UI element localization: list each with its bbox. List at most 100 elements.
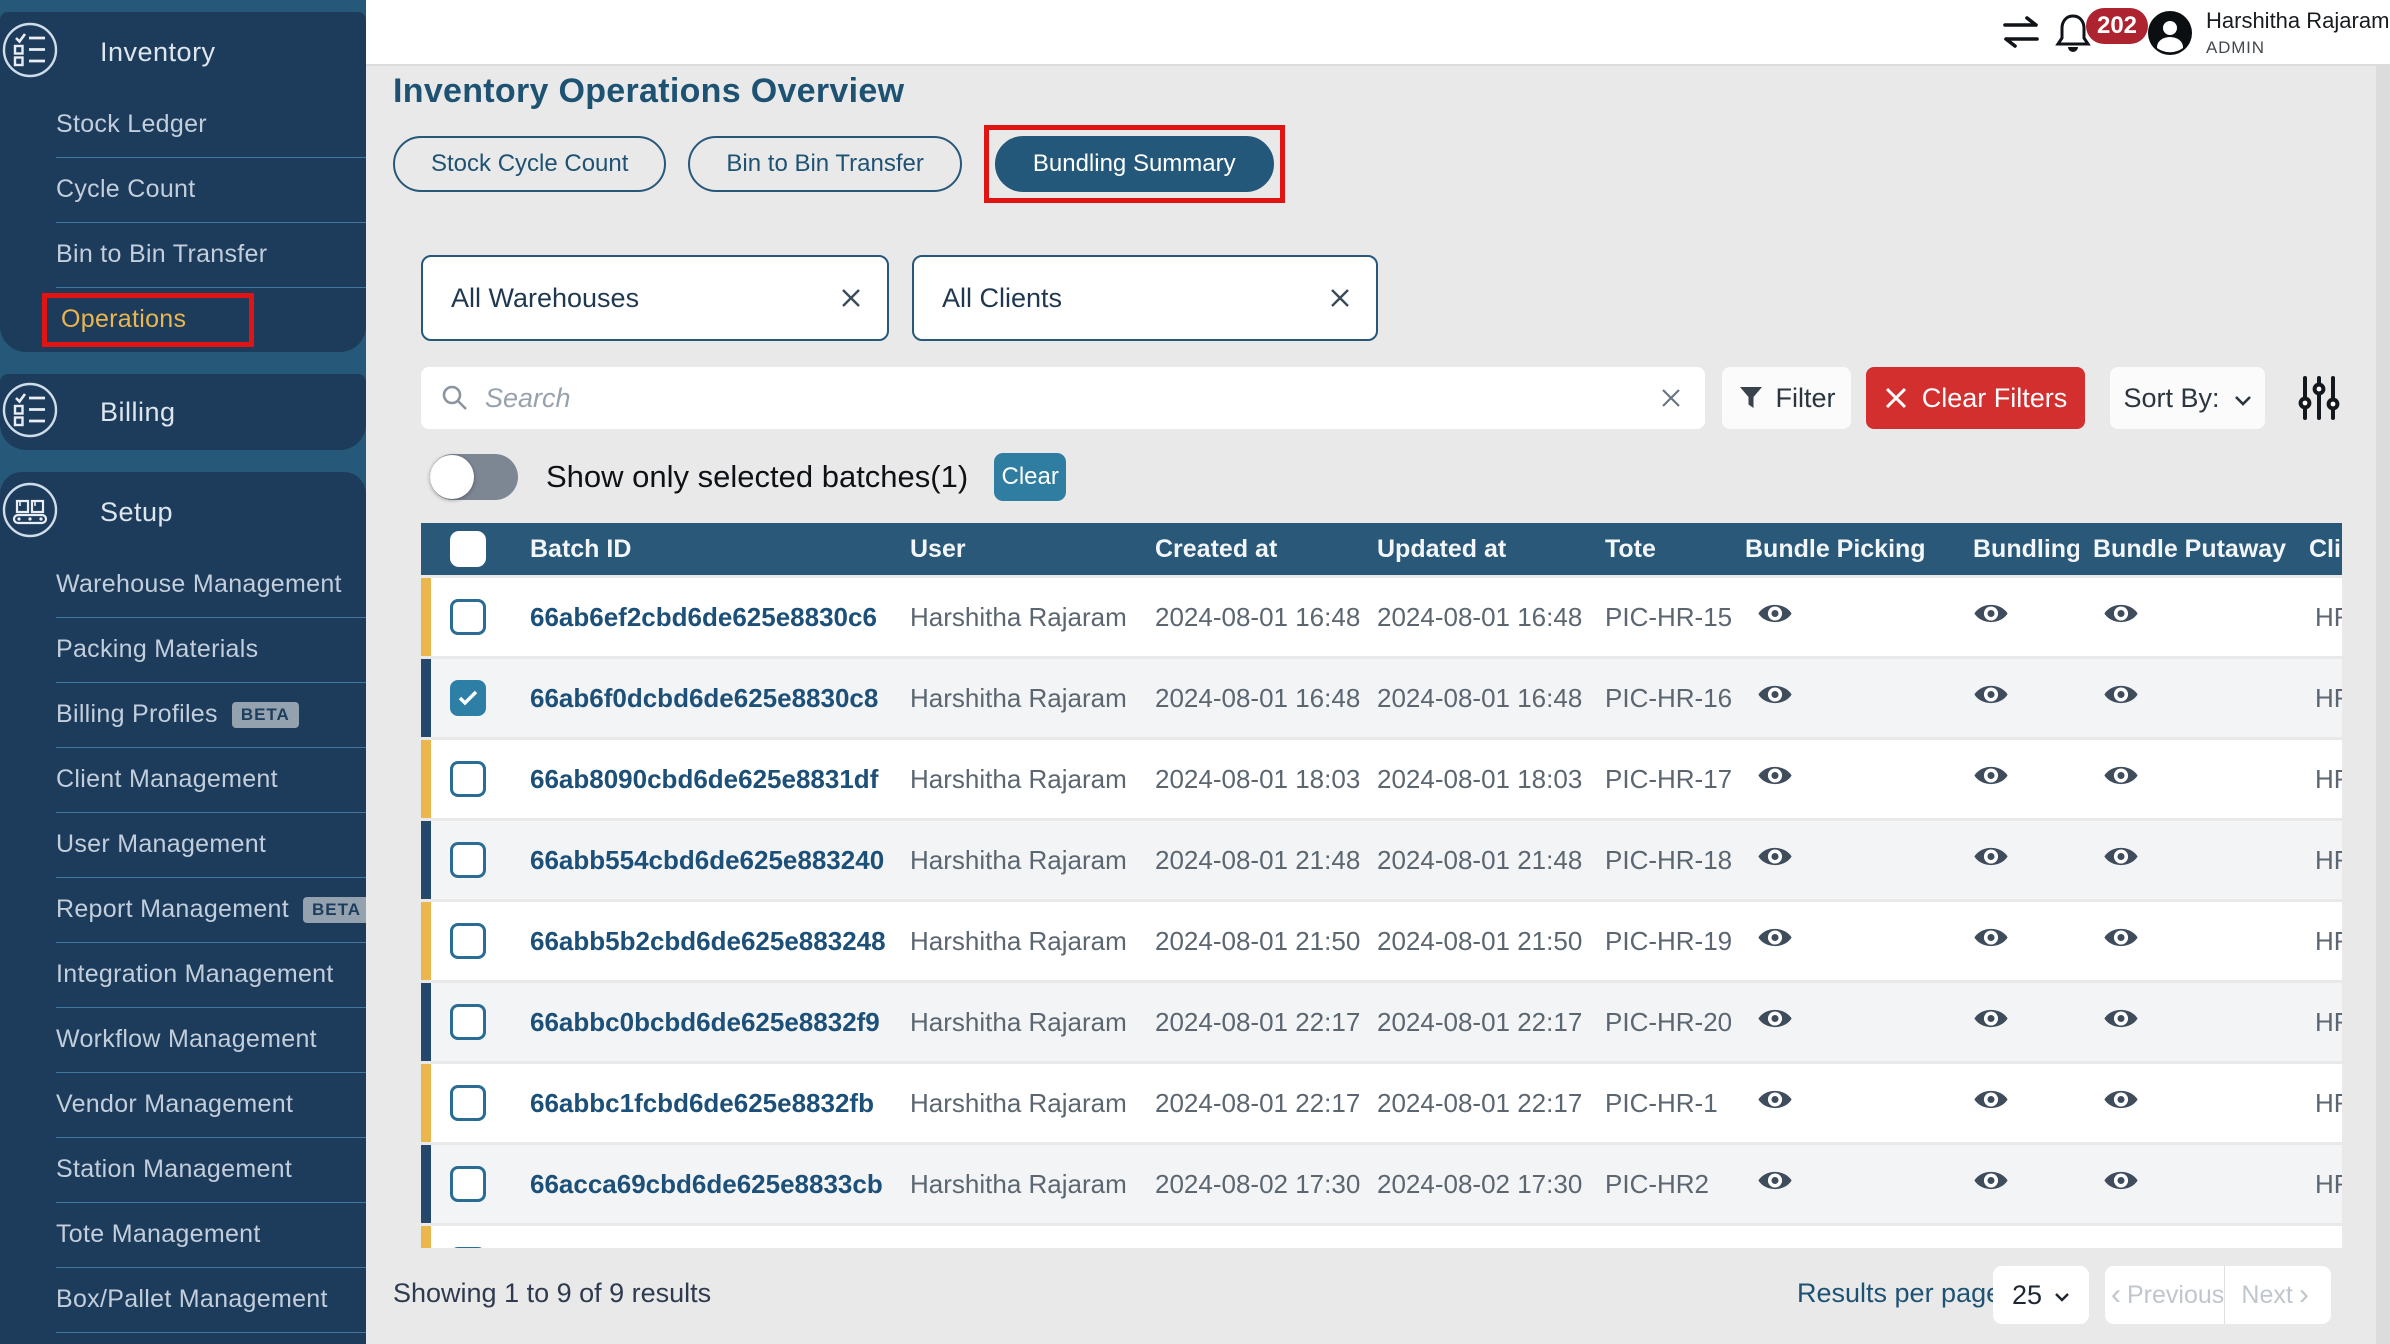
batch-id-cell[interactable]: 66abbc1fcbd6de625e8832fb bbox=[516, 1088, 896, 1119]
sidebar-item[interactable]: Integration Management bbox=[0, 942, 366, 1007]
sidebar-item[interactable]: Warehouse Management bbox=[0, 552, 366, 617]
bundle-putaway-view-icon[interactable] bbox=[2103, 1005, 2139, 1032]
sidebar-item[interactable]: Cycle Count bbox=[0, 157, 366, 222]
previous-page-button[interactable]: ‹Previous bbox=[2105, 1266, 2225, 1324]
bundle-putaway-view-icon[interactable] bbox=[2103, 843, 2139, 870]
warehouse-filter-select[interactable]: All Warehouses bbox=[421, 255, 889, 341]
clear-filters-button[interactable]: Clear Filters bbox=[1866, 367, 2085, 429]
toggle-knob bbox=[430, 455, 474, 499]
bundle-putaway-view-icon[interactable] bbox=[2103, 1086, 2139, 1113]
sidebar-item[interactable]: Stock Ledger bbox=[0, 92, 366, 157]
batch-id-cell[interactable]: 66abb554cbd6de625e883240 bbox=[516, 845, 896, 876]
bundle-picking-view-icon[interactable] bbox=[1757, 843, 1793, 870]
sidebar-item[interactable]: Billing Profiles BETA bbox=[0, 682, 366, 747]
tab-button[interactable]: Bin to Bin Transfer bbox=[688, 136, 961, 192]
row-checkbox[interactable] bbox=[450, 1004, 486, 1040]
bundling-view-icon[interactable] bbox=[1973, 1086, 2009, 1113]
row-checkbox[interactable] bbox=[450, 761, 486, 797]
batch-id-cell[interactable]: 66ab6ef2cbd6de625e8830c6 bbox=[516, 602, 896, 633]
column-header-updated-at[interactable]: Updated at bbox=[1363, 535, 1591, 564]
row-checkbox[interactable] bbox=[450, 842, 486, 878]
column-header-user[interactable]: User bbox=[896, 535, 1141, 564]
client-filter-value: All Clients bbox=[942, 283, 1328, 314]
bundle-picking-view-icon[interactable] bbox=[1757, 762, 1793, 789]
bundle-picking-view-icon[interactable] bbox=[1757, 1167, 1793, 1194]
bundle-picking-view-icon[interactable] bbox=[1757, 600, 1793, 627]
next-page-button[interactable]: Next› bbox=[2225, 1266, 2331, 1324]
bundling-view-icon[interactable] bbox=[1973, 600, 2009, 627]
show-selected-toggle[interactable] bbox=[430, 454, 518, 500]
bundle-picking-view-icon[interactable] bbox=[1757, 1086, 1793, 1113]
table-row: 66ab8090cbd6de625e8831df Harshitha Rajar… bbox=[421, 740, 2342, 818]
vertical-scrollbar[interactable] bbox=[2376, 64, 2390, 1344]
sidebar-item[interactable]: Tote Management bbox=[0, 1202, 366, 1267]
row-checkbox[interactable] bbox=[450, 599, 486, 635]
tab-button[interactable]: Stock Cycle Count bbox=[393, 136, 666, 192]
bundling-view-icon[interactable] bbox=[1973, 1167, 2009, 1194]
client-filter-select[interactable]: All Clients bbox=[912, 255, 1378, 341]
batch-id-cell[interactable]: 66abb5b2cbd6de625e883248 bbox=[516, 926, 896, 957]
search-input[interactable] bbox=[483, 382, 1659, 415]
batch-id-cell[interactable]: 66abbc0bcbd6de625e8832f9 bbox=[516, 1007, 896, 1038]
sidebar-item[interactable]: Location Management bbox=[0, 1332, 366, 1344]
column-header-batch-id[interactable]: Batch ID bbox=[516, 535, 896, 564]
clear-warehouse-icon[interactable] bbox=[839, 286, 863, 310]
column-header-bundle-putaway[interactable]: Bundle Putaway bbox=[2079, 535, 2295, 564]
clear-client-icon[interactable] bbox=[1328, 286, 1352, 310]
clear-selection-button[interactable]: Clear bbox=[994, 453, 1066, 501]
sidebar-item[interactable]: Workflow Management bbox=[0, 1007, 366, 1072]
row-checkbox[interactable] bbox=[450, 680, 486, 716]
row-checkbox[interactable] bbox=[450, 1085, 486, 1121]
client-cell: HR bbox=[2295, 926, 2342, 957]
bundling-view-icon[interactable] bbox=[1973, 762, 2009, 789]
swap-transfer-icon[interactable] bbox=[2000, 16, 2042, 53]
user-avatar[interactable] bbox=[2148, 11, 2192, 55]
bundling-view-icon[interactable] bbox=[1973, 1005, 2009, 1032]
select-all-checkbox[interactable] bbox=[450, 531, 486, 567]
bundle-picking-view-icon[interactable] bbox=[1757, 681, 1793, 708]
column-header-bundling[interactable]: Bundling bbox=[1959, 535, 2079, 564]
bundle-putaway-cell bbox=[2079, 1167, 2295, 1201]
sidebar-item[interactable]: Station Management bbox=[0, 1137, 366, 1202]
tab-button[interactable]: Bundling Summary bbox=[995, 136, 1274, 192]
sidebar-section-header-inventory[interactable]: Inventory bbox=[0, 12, 366, 92]
sidebar-item[interactable]: Packing Materials bbox=[0, 617, 366, 682]
bundle-putaway-view-icon[interactable] bbox=[2103, 1167, 2139, 1194]
bundle-picking-view-icon[interactable] bbox=[1757, 1005, 1793, 1032]
sidebar-item[interactable]: Vendor Management bbox=[0, 1072, 366, 1137]
sidebar-item[interactable]: Report Management BETA bbox=[0, 877, 366, 942]
sidebar-item[interactable]: Operations bbox=[0, 287, 366, 352]
updated-at-cell: 2024-08-01 21:50 bbox=[1363, 926, 1591, 957]
sidebar-item[interactable]: User Management bbox=[0, 812, 366, 877]
batch-id-cell[interactable]: 66ab6f0dcbd6de625e8830c8 bbox=[516, 683, 896, 714]
updated-at-cell: 2024-08-01 16:48 bbox=[1363, 602, 1591, 633]
batch-id-cell[interactable]: 66ab8090cbd6de625e8831df bbox=[516, 764, 896, 795]
filter-button[interactable]: Filter bbox=[1722, 367, 1851, 429]
sidebar-item[interactable]: Client Management bbox=[0, 747, 366, 812]
column-header-tote[interactable]: Tote bbox=[1591, 535, 1731, 564]
sidebar-item[interactable]: Box/Pallet Management bbox=[0, 1267, 366, 1332]
user-name[interactable]: Harshitha Rajaram bbox=[2206, 8, 2389, 34]
bundle-picking-view-icon[interactable] bbox=[1757, 924, 1793, 951]
results-per-page-select[interactable]: 25 bbox=[1993, 1266, 2089, 1324]
sidebar-section-header-billing[interactable]: Billing bbox=[0, 374, 366, 450]
row-checkbox[interactable] bbox=[450, 923, 486, 959]
bundle-putaway-view-icon[interactable] bbox=[2103, 924, 2139, 951]
column-header-bundle-picking[interactable]: Bundle Picking bbox=[1731, 535, 1959, 564]
sidebar-section-header-setup[interactable]: Setup bbox=[0, 472, 366, 552]
sort-by-dropdown[interactable]: Sort By: bbox=[2110, 367, 2265, 429]
bundling-view-icon[interactable] bbox=[1973, 843, 2009, 870]
bundling-view-icon[interactable] bbox=[1973, 924, 2009, 951]
bundle-putaway-view-icon[interactable] bbox=[2103, 762, 2139, 789]
column-settings-sliders-icon[interactable] bbox=[2296, 374, 2342, 427]
bundling-view-icon[interactable] bbox=[1973, 681, 2009, 708]
bundle-putaway-view-icon[interactable] bbox=[2103, 681, 2139, 708]
column-header-client[interactable]: Client bbox=[2295, 535, 2342, 564]
row-status-stripe bbox=[421, 1064, 431, 1142]
clear-search-icon[interactable] bbox=[1659, 386, 1683, 410]
column-header-created-at[interactable]: Created at bbox=[1141, 535, 1363, 564]
batch-id-cell[interactable]: 66acca69cbd6de625e8833cb bbox=[516, 1169, 896, 1200]
bundle-putaway-view-icon[interactable] bbox=[2103, 600, 2139, 627]
row-checkbox[interactable] bbox=[450, 1166, 486, 1202]
sidebar-item[interactable]: Bin to Bin Transfer bbox=[0, 222, 366, 287]
